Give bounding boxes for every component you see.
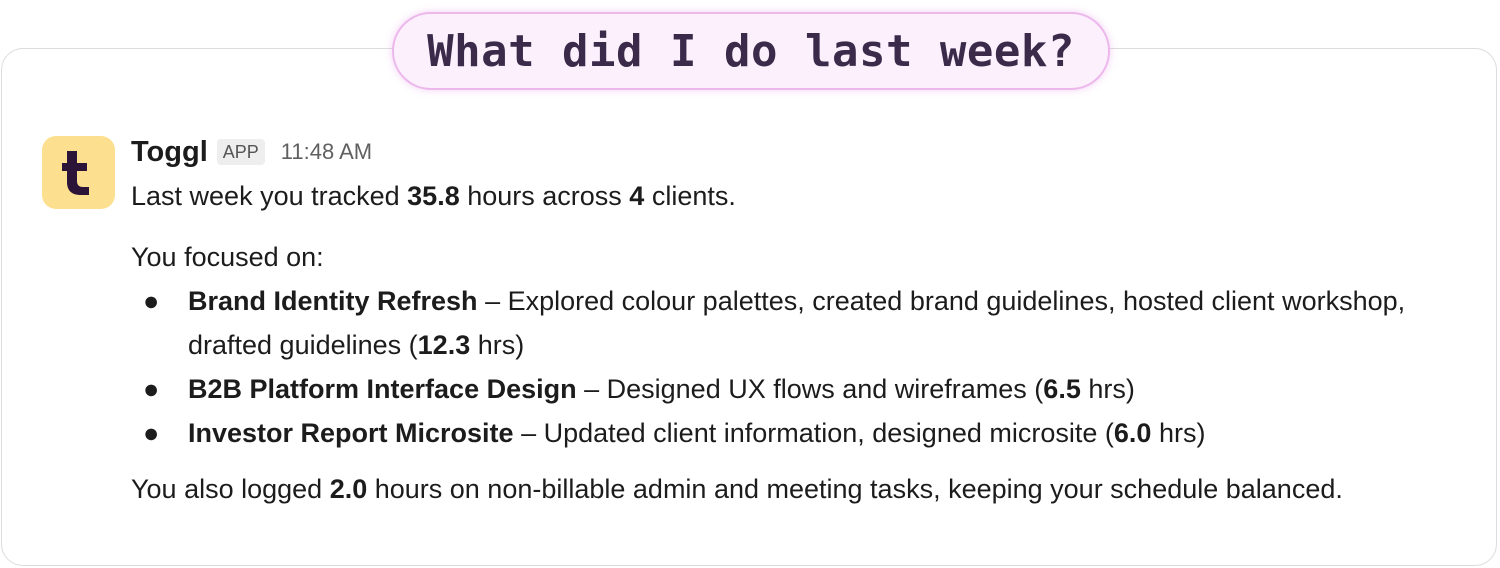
- timestamp[interactable]: 11:48 AM: [281, 139, 372, 165]
- summary-line: Last week you tracked 35.8 hours across …: [131, 181, 736, 211]
- list-item: ● Brand Identity Refresh – Explored colou…: [131, 279, 1481, 367]
- message-header: Toggl APP 11:48 AM: [131, 132, 372, 172]
- app-badge: APP: [216, 139, 265, 165]
- item-title: Investor Report Microsite: [188, 418, 514, 448]
- client-count: 4: [629, 181, 645, 211]
- admin-hours: 2.0: [329, 474, 368, 504]
- question-text: What did I do last week?: [427, 25, 1075, 77]
- item-title: B2B Platform Interface Design: [188, 374, 577, 404]
- item-hours: 12.3: [417, 330, 471, 360]
- sender-name[interactable]: Toggl: [131, 136, 208, 169]
- item-hours: 6.5: [1043, 374, 1081, 404]
- item-hours: 6.0: [1113, 418, 1152, 448]
- list-item: ● B2B Platform Interface Design – Designe…: [131, 367, 1481, 411]
- bullet: ●: [143, 374, 160, 404]
- bullet: ●: [143, 418, 160, 448]
- question-banner: What did I do last week?: [392, 12, 1110, 90]
- toggl-logo-icon: [61, 150, 89, 195]
- focus-list: ● Brand Identity Refresh – Explored colou…: [131, 279, 1481, 455]
- message-body: Last week you tracked 35.8 hours across …: [131, 178, 1481, 507]
- total-hours: 35.8: [407, 181, 460, 211]
- toggl-avatar[interactable]: [42, 136, 115, 209]
- bullet: ●: [143, 286, 160, 316]
- list-item: ● Investor Report Microsite – Updated cli…: [131, 411, 1481, 455]
- focus-intro: You focused on:: [131, 242, 324, 272]
- admin-line: You also logged 2.0 hours on non-billabl…: [131, 474, 1343, 504]
- item-title: Brand Identity Refresh: [188, 286, 478, 316]
